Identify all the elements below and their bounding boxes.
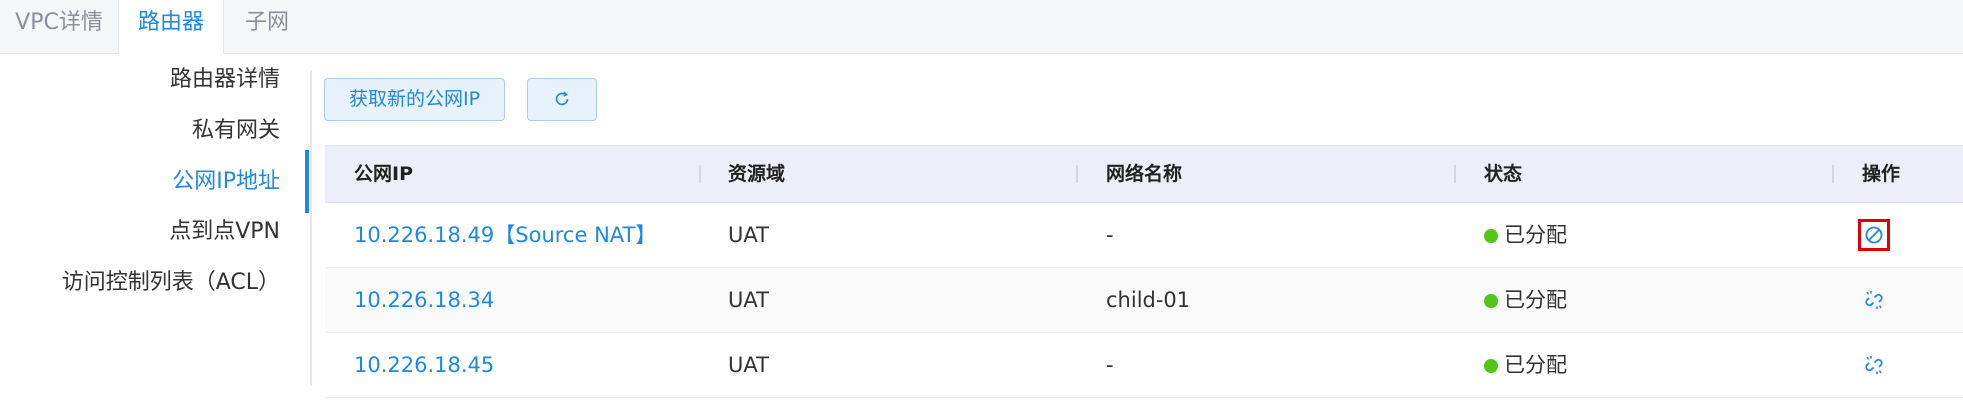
public-ip-table: 公网IP 资源域 网络名称 状态 操作 10.226.18.49【Source … [325,145,1963,398]
status-cell: 已分配 [1484,203,1567,267]
nav-item-acl[interactable]: 访问控制列表（ACL） [62,251,280,314]
public-ip-link[interactable]: 10.226.18.34 [354,268,494,332]
network-name-cell: - [1106,223,1114,247]
status-dot [1484,294,1498,308]
status-label: 已分配 [1504,353,1567,377]
column-header-public-ip: 公网IP [354,163,413,185]
release-ip-button[interactable] [1860,286,1888,314]
status-label: 已分配 [1504,223,1567,247]
release-ip-button[interactable] [1860,351,1888,379]
status-dot [1484,229,1498,243]
tab-router[interactable]: 路由器 [118,0,224,54]
table-row: 10.226.18.49【Source NAT】 UAT - 已分配 [325,203,1963,268]
disable-button[interactable] [1858,219,1890,251]
column-header-network-name: 网络名称 [1106,163,1183,185]
column-resizer[interactable] [1832,165,1834,183]
column-resizer[interactable] [1454,165,1456,183]
status-cell: 已分配 [1484,268,1567,332]
resource-domain-cell: UAT [728,288,769,312]
resource-domain-cell: UAT [728,353,769,377]
refresh-button[interactable] [527,78,597,121]
network-name-cell: - [1106,353,1114,377]
column-resizer[interactable] [1076,165,1078,183]
status-dot [1484,359,1498,373]
status-cell: 已分配 [1484,333,1567,397]
disable-icon [1865,226,1883,244]
table-row: 10.226.18.45 UAT - 已分配 [325,333,1963,398]
column-header-status: 状态 [1484,163,1523,185]
column-header-resource-domain: 资源域 [728,163,786,185]
acquire-public-ip-button[interactable]: 获取新的公网IP [324,78,505,121]
top-tab-bar: VPC详情 路由器 子网 [0,0,1963,54]
column-header-actions: 操作 [1862,163,1901,185]
public-ip-link[interactable]: 10.226.18.49【Source NAT】 [354,203,656,267]
router-sub-nav: 路由器详情 私有网关 公网IP地址 点到点VPN 访问控制列表（ACL） [0,67,312,386]
tab-vpc-details[interactable]: VPC详情 [0,0,118,53]
table-header: 公网IP 资源域 网络名称 状态 操作 [325,145,1963,203]
column-resizer[interactable] [699,165,701,183]
tab-subnet[interactable]: 子网 [224,0,310,53]
nav-active-indicator [305,150,309,213]
unlink-icon [1865,356,1883,374]
resource-domain-cell: UAT [728,223,769,247]
network-name-cell: child-01 [1106,288,1191,312]
status-label: 已分配 [1504,288,1567,312]
unlink-icon [1865,291,1883,309]
table-row: 10.226.18.34 UAT child-01 已分配 [325,268,1963,333]
public-ip-link[interactable]: 10.226.18.45 [354,333,494,397]
refresh-icon [555,91,569,106]
